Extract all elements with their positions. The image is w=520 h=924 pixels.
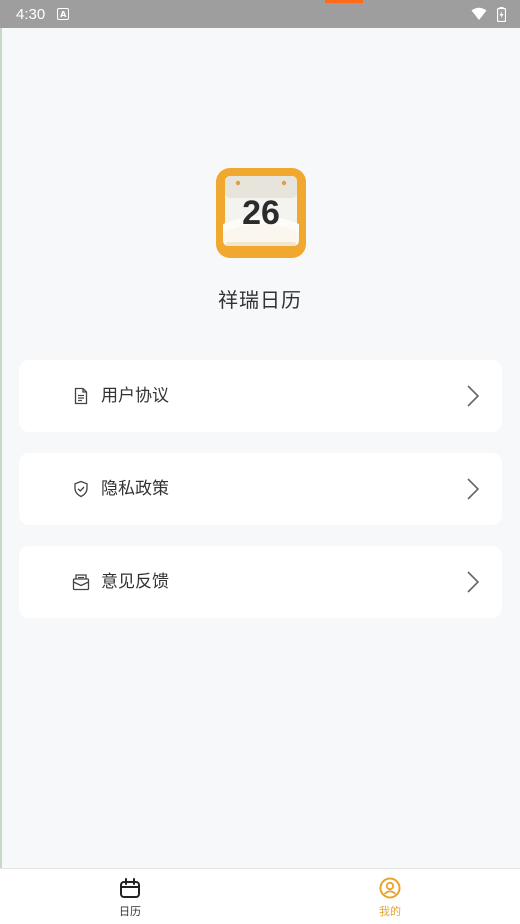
chevron-right-icon bbox=[467, 385, 480, 407]
left-edge-strip bbox=[0, 28, 2, 924]
chevron-right-icon bbox=[467, 571, 480, 593]
menu-item-feedback[interactable]: 意见反馈 bbox=[19, 546, 502, 618]
app-name: 祥瑞日历 bbox=[218, 288, 302, 312]
battery-icon bbox=[497, 6, 506, 22]
status-progress-indicator bbox=[325, 0, 363, 3]
menu-item-user-agreement[interactable]: 用户协议 bbox=[19, 360, 502, 432]
mail-open-icon bbox=[72, 574, 90, 591]
bottom-tab-bar: 日历 我的 bbox=[0, 868, 520, 924]
tab-mine[interactable]: 我的 bbox=[260, 869, 520, 924]
status-time: 4:30 bbox=[16, 5, 46, 23]
menu-label: 隐私政策 bbox=[101, 479, 169, 499]
document-icon bbox=[74, 387, 88, 405]
tab-label: 日历 bbox=[119, 905, 141, 918]
menu-label: 用户协议 bbox=[101, 386, 169, 406]
tab-calendar[interactable]: 日历 bbox=[0, 869, 260, 924]
accessibility-a-icon: A bbox=[57, 8, 70, 20]
wifi-icon bbox=[471, 7, 487, 20]
menu-label: 意见反馈 bbox=[101, 572, 169, 592]
app-logo: 26 bbox=[216, 168, 306, 258]
calendar-logo-icon: 26 bbox=[223, 176, 299, 246]
status-right-icons bbox=[471, 6, 506, 22]
logo-day-number: 26 bbox=[242, 194, 280, 232]
menu-item-privacy-policy[interactable]: 隐私政策 bbox=[19, 453, 502, 525]
tab-label: 我的 bbox=[379, 905, 401, 918]
chevron-right-icon bbox=[467, 478, 480, 500]
status-bar: 4:30 A bbox=[0, 0, 520, 28]
user-circle-icon bbox=[379, 877, 401, 899]
calendar-icon bbox=[120, 878, 140, 898]
shield-check-icon bbox=[74, 480, 88, 498]
